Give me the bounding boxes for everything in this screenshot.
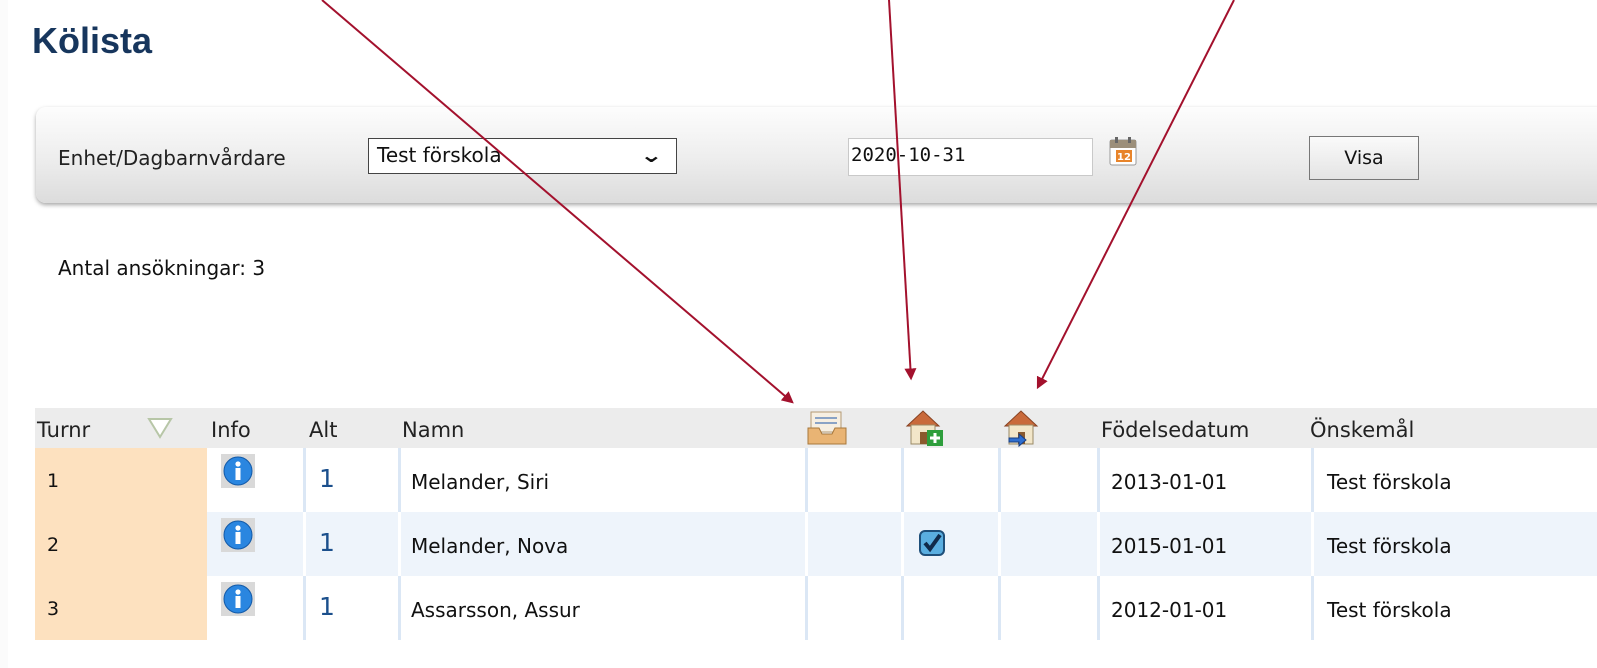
- column-divider: [998, 448, 1001, 512]
- name-value: Melander, Nova: [411, 534, 569, 558]
- info-icon[interactable]: [221, 518, 255, 552]
- header-turnr[interactable]: Turnr: [37, 418, 90, 442]
- column-divider: [901, 576, 904, 640]
- calendar-icon[interactable]: 12: [1107, 136, 1141, 168]
- wish-value: Test förskola: [1327, 470, 1452, 494]
- alt-link[interactable]: 1: [319, 528, 335, 557]
- column-divider: [1097, 512, 1100, 576]
- header-onskemal[interactable]: Önskemål: [1310, 418, 1414, 442]
- info-icon[interactable]: [221, 454, 255, 488]
- chevron-down-icon: ⌄: [639, 143, 664, 167]
- unit-select-value: Test förskola: [377, 143, 502, 167]
- wish-value: Test förskola: [1327, 598, 1452, 622]
- show-button[interactable]: Visa: [1309, 136, 1419, 180]
- column-divider: [805, 576, 808, 640]
- date-input[interactable]: 2020-10-31: [848, 138, 1093, 176]
- column-divider: [805, 512, 808, 576]
- turnr-value: 2: [47, 534, 60, 556]
- checkbox-checked-icon[interactable]: [919, 530, 945, 556]
- turnr-cell: 1: [35, 448, 207, 512]
- column-divider: [805, 448, 808, 512]
- info-icon[interactable]: [221, 582, 255, 616]
- turnr-cell: 2: [35, 512, 207, 576]
- column-divider: [901, 512, 904, 576]
- header-namn[interactable]: Namn: [402, 418, 464, 442]
- house-add-icon: [905, 410, 943, 446]
- column-divider: [1311, 576, 1314, 640]
- inbox-tray-icon: [807, 411, 847, 445]
- header-info: Info: [211, 418, 251, 442]
- turnr-value: 1: [47, 470, 60, 492]
- header-fodelsedatum[interactable]: Födelsedatum: [1101, 418, 1249, 442]
- turnr-cell: 3: [35, 576, 207, 640]
- table-row: 3 1 Assarsson, Assur 2012-01-01 Test för…: [35, 576, 1597, 640]
- column-divider: [398, 512, 401, 576]
- sort-descending-icon[interactable]: [147, 416, 173, 440]
- header-alt: Alt: [309, 418, 338, 442]
- application-count: Antal ansökningar: 3: [58, 256, 266, 280]
- column-divider: [1311, 448, 1314, 512]
- column-divider: [303, 448, 306, 512]
- column-divider: [303, 512, 306, 576]
- column-divider: [398, 448, 401, 512]
- unit-label: Enhet/Dagbarnvårdare: [58, 146, 286, 170]
- column-divider: [998, 576, 1001, 640]
- column-divider: [1097, 448, 1100, 512]
- birthdate-value: 2012-01-01: [1111, 598, 1228, 622]
- column-divider: [398, 576, 401, 640]
- column-divider: [1097, 576, 1100, 640]
- page-title: Kölista: [32, 20, 153, 61]
- column-divider: [998, 512, 1001, 576]
- svg-text:12: 12: [1117, 152, 1131, 163]
- turnr-value: 3: [47, 598, 60, 620]
- birthdate-value: 2015-01-01: [1111, 534, 1228, 558]
- birthdate-value: 2013-01-01: [1111, 470, 1228, 494]
- house-move-icon: [1003, 410, 1039, 448]
- table-header: Turnr Info Alt Namn Födelsedatum Önskemå: [35, 408, 1597, 448]
- unit-select[interactable]: Test förskola ⌄: [368, 138, 677, 174]
- column-divider: [303, 576, 306, 640]
- column-divider: [901, 448, 904, 512]
- column-divider: [1311, 512, 1314, 576]
- alt-link[interactable]: 1: [319, 592, 335, 621]
- name-value: Melander, Siri: [411, 470, 550, 494]
- wish-value: Test förskola: [1327, 534, 1452, 558]
- table-row: 1 1 Melander, Siri 2013-01-01 Test försk…: [35, 448, 1597, 512]
- table-row: 2 1 Melander, Nova 2015-01-01 Test försk…: [35, 512, 1597, 576]
- name-value: Assarsson, Assur: [411, 598, 580, 622]
- alt-link[interactable]: 1: [319, 464, 335, 493]
